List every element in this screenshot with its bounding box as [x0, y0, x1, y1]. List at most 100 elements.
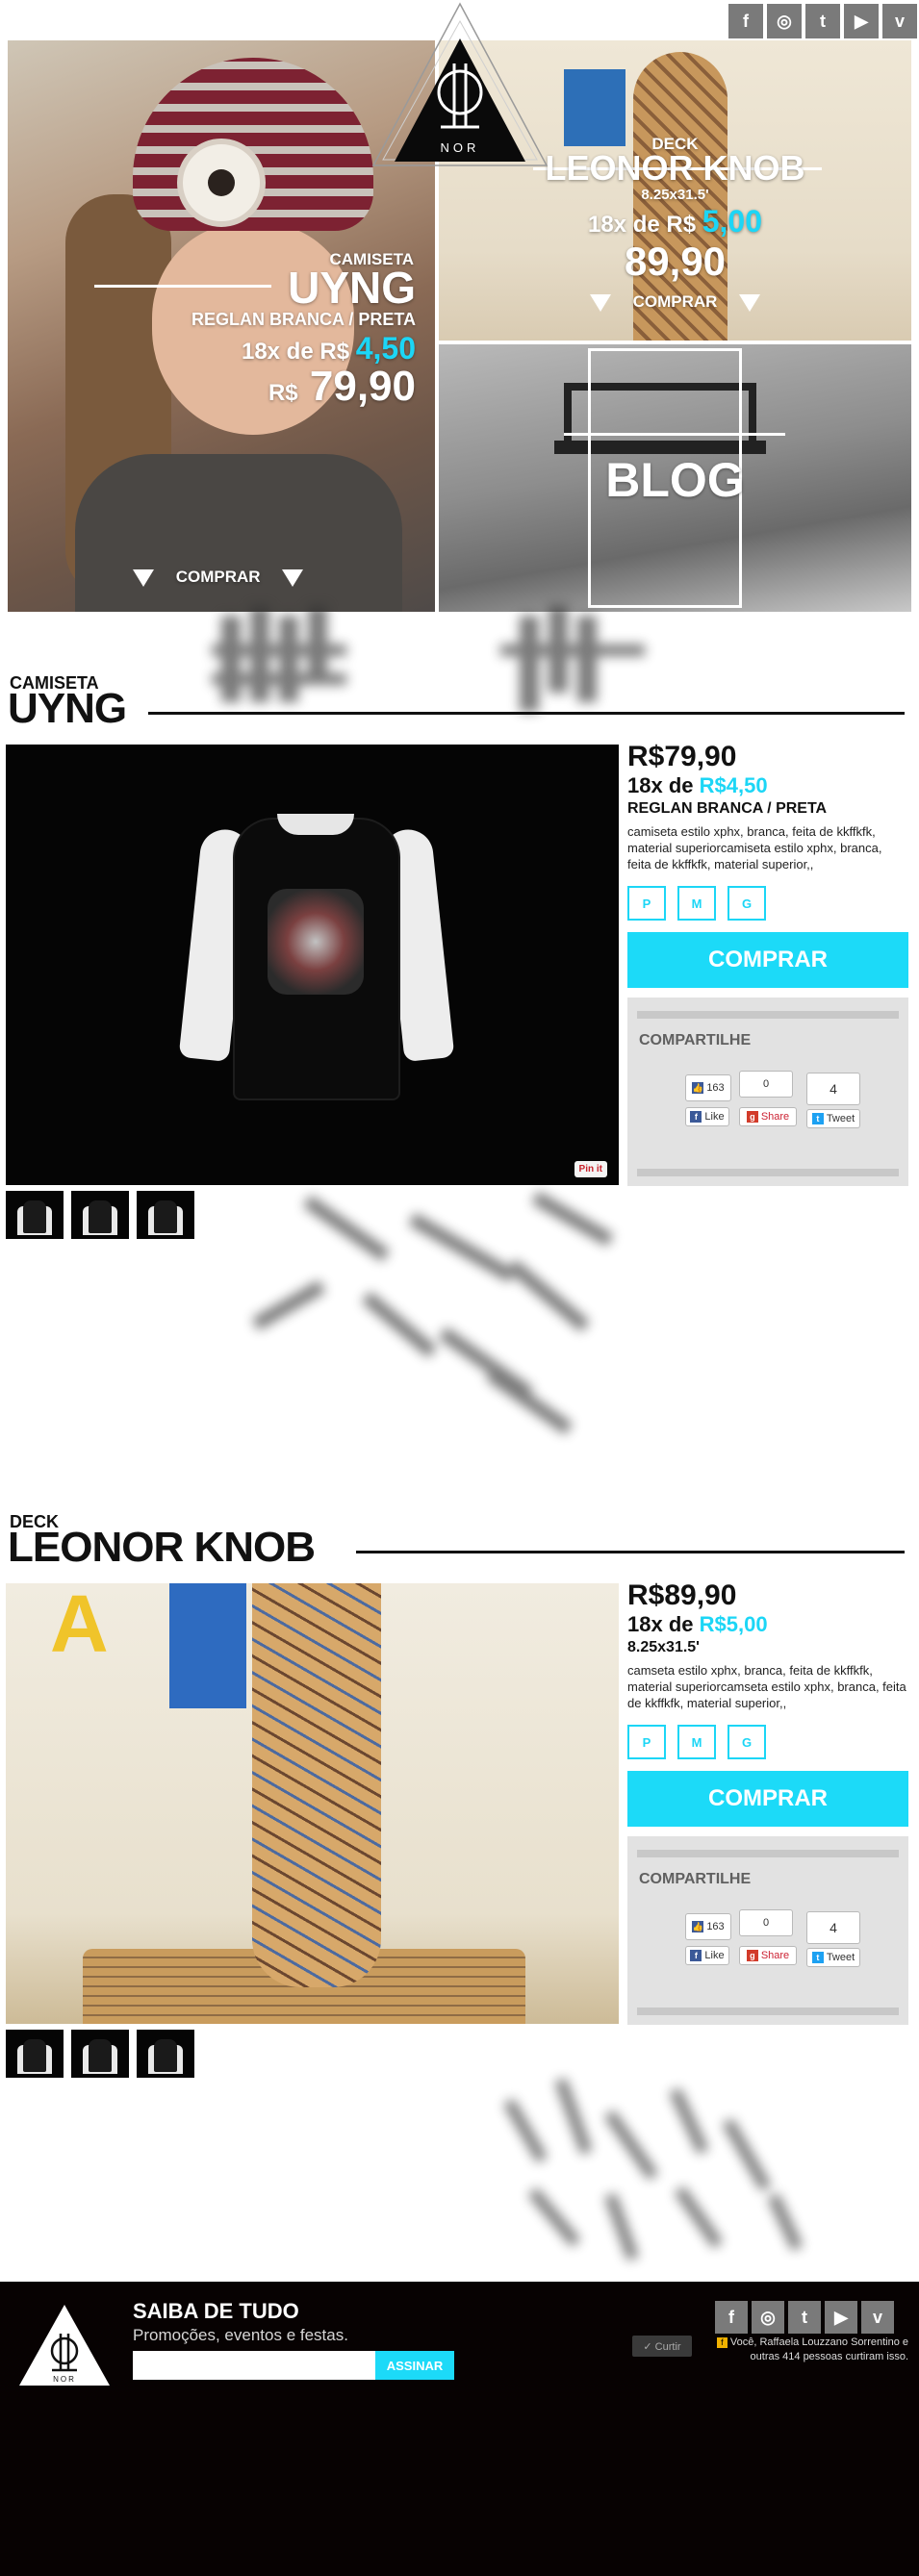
footer-social-icons: f ◎ t ▶ v — [715, 2301, 894, 2334]
deck-board — [252, 1583, 381, 1987]
hero-shirt-price: R$ 79,90 — [268, 364, 416, 417]
hero-model-top — [75, 454, 402, 612]
share-label: Share — [760, 1950, 790, 1961]
arrow-down-icon — [589, 293, 611, 312]
fb-like-count: 👍 163 — [685, 1913, 731, 1940]
decorative-blur-pattern — [491, 2078, 856, 2270]
shirt-collar — [277, 814, 354, 835]
product1-thumbnail[interactable] — [6, 1191, 64, 1239]
youtube-icon[interactable]: ▶ — [844, 4, 879, 38]
hero-deck-install-value: 5,00 — [702, 204, 763, 239]
product1-size-options: P M G — [627, 886, 908, 921]
product2-description: camseta estilo xphx, branca, feita de kk… — [627, 1663, 906, 1710]
newsletter-title: SAIBA DE TUDO — [133, 2299, 299, 2323]
facebook-icon: f — [690, 1950, 702, 1961]
hero-deck-size: 8.25x31.5' — [641, 187, 709, 203]
youtube-icon[interactable]: ▶ — [825, 2301, 857, 2334]
like-label: Like — [704, 1950, 725, 1961]
size-g-button[interactable]: G — [728, 1725, 766, 1759]
product2-thumbnail[interactable] — [137, 2030, 194, 2078]
product1-thumbnail[interactable] — [71, 1191, 129, 1239]
thumbs-up-icon: 👍 — [692, 1082, 704, 1094]
blog-label: BLOG — [605, 453, 745, 507]
gplus-count: 0 — [739, 1909, 793, 1936]
newsletter-email-input[interactable] — [133, 2351, 375, 2380]
instagram-icon[interactable]: ◎ — [752, 2301, 784, 2334]
hero-shirt-cta[interactable]: COMPRAR — [133, 568, 304, 587]
facebook-icon[interactable]: f — [728, 4, 763, 38]
pinit-button[interactable]: Pin it — [574, 1161, 607, 1177]
twitter-icon[interactable]: t — [805, 4, 840, 38]
decorative-blur-pattern — [212, 606, 674, 721]
fb-like-button[interactable]: f Like — [685, 1107, 729, 1126]
product1-image[interactable]: Pin it — [6, 745, 619, 1185]
fb-like-button[interactable]: f Like — [685, 1946, 729, 1965]
size-m-button[interactable]: M — [677, 886, 716, 921]
product2-image[interactable]: A — [6, 1583, 619, 2024]
share-bar — [637, 2008, 899, 2015]
facebook-icon[interactable]: f — [715, 2301, 748, 2334]
product2-installment: 18x de R$5,00 — [627, 1612, 908, 1637]
size-m-button[interactable]: M — [677, 1725, 716, 1759]
vimeo-icon[interactable]: v — [882, 4, 917, 38]
like-label: Like — [704, 1111, 725, 1123]
size-g-button[interactable]: G — [728, 886, 766, 921]
tweet-count-value: 4 — [830, 1081, 837, 1097]
footer-logo[interactable]: NOR — [17, 2303, 112, 2387]
share-bar — [637, 1850, 899, 1857]
tweet-label: Tweet — [826, 1113, 855, 1124]
product2-share-box: COMPARTILHE 👍 163 0 4 f Like g Share t T… — [627, 1836, 908, 2025]
facebook-curtir-button[interactable]: ✓ Curtir — [632, 2336, 692, 2357]
product1-installment: 18x de R$4,50 — [627, 773, 908, 798]
beanie-eye-patch — [177, 139, 266, 227]
twitter-icon[interactable]: t — [788, 2301, 821, 2334]
product1-info: R$79,90 18x de R$4,50 REGLAN BRANCA / PR… — [627, 741, 908, 1186]
product2-thumbnail[interactable] — [6, 2030, 64, 2078]
shirt-graphic — [268, 889, 364, 995]
hero-deck-cta[interactable]: COMPRAR — [439, 292, 911, 312]
newsletter-subscribe-button[interactable]: ASSINAR — [375, 2351, 454, 2380]
share-label: Share — [760, 1111, 790, 1123]
nor-logo[interactable]: NOR — [368, 0, 552, 169]
gplus-share-button[interactable]: g Share — [739, 1107, 797, 1126]
gplus-count: 0 — [739, 1071, 793, 1098]
size-p-button[interactable]: P — [627, 1725, 666, 1759]
product1-price: R$79,90 — [627, 741, 737, 772]
facebook-likes-label: Você, Raffaela Louzzano Sorrentino e out… — [729, 2336, 908, 2362]
facebook-icon: f — [716, 2337, 728, 2348]
blog-rule — [564, 433, 785, 436]
product2-thumbnail[interactable] — [71, 2030, 129, 2078]
hero-deck-price: 89,90 — [624, 239, 727, 284]
product2-buy-button[interactable]: COMPRAR — [627, 1771, 908, 1827]
gplus-share-button[interactable]: g Share — [739, 1946, 797, 1965]
product1-thumbnails — [6, 1191, 194, 1239]
product1-description: camiseta estilo xphx, branca, feita de k… — [627, 824, 882, 871]
hero-shirt-currency: R$ — [268, 380, 298, 406]
share-title: COMPARTILHE — [639, 1871, 752, 1887]
tweet-button[interactable]: t Tweet — [806, 1109, 860, 1128]
product1-install-value: R$4,50 — [699, 773, 768, 797]
product1-thumbnail[interactable] — [137, 1191, 194, 1239]
share-bar — [637, 1169, 899, 1176]
twitter-icon: t — [811, 1113, 824, 1124]
share-bar — [637, 1011, 899, 1019]
footer-logo-text: NOR — [53, 2375, 76, 2384]
footer: NOR SAIBA DE TUDO Promoções, eventos e f… — [0, 2282, 919, 2576]
hero-blog-banner[interactable]: BLOG — [439, 344, 911, 612]
size-p-button[interactable]: P — [627, 886, 666, 921]
vimeo-icon[interactable]: v — [861, 2301, 894, 2334]
share-count: 0 — [762, 1078, 770, 1090]
facebook-icon: f — [690, 1111, 702, 1123]
product1-buy-button[interactable]: COMPRAR — [627, 932, 908, 988]
product2-info: R$89,90 18x de R$5,00 8.25x31.5' camseta… — [627, 1579, 908, 2025]
tweet-button[interactable]: t Tweet — [806, 1948, 860, 1967]
hero-deck-installment: 18x de R$ 5,00 — [439, 204, 911, 240]
share-title: COMPARTILHE — [639, 1032, 752, 1048]
like-count: 163 — [706, 1082, 725, 1094]
instagram-icon[interactable]: ◎ — [767, 4, 802, 38]
thumbs-up-icon: 👍 — [692, 1921, 704, 1932]
hero-shirt-name: UYNG — [288, 263, 416, 313]
tweet-count: 4 — [806, 1073, 860, 1105]
tweet-count-value: 4 — [830, 1920, 837, 1935]
product2-thumbnails — [6, 2030, 194, 2078]
